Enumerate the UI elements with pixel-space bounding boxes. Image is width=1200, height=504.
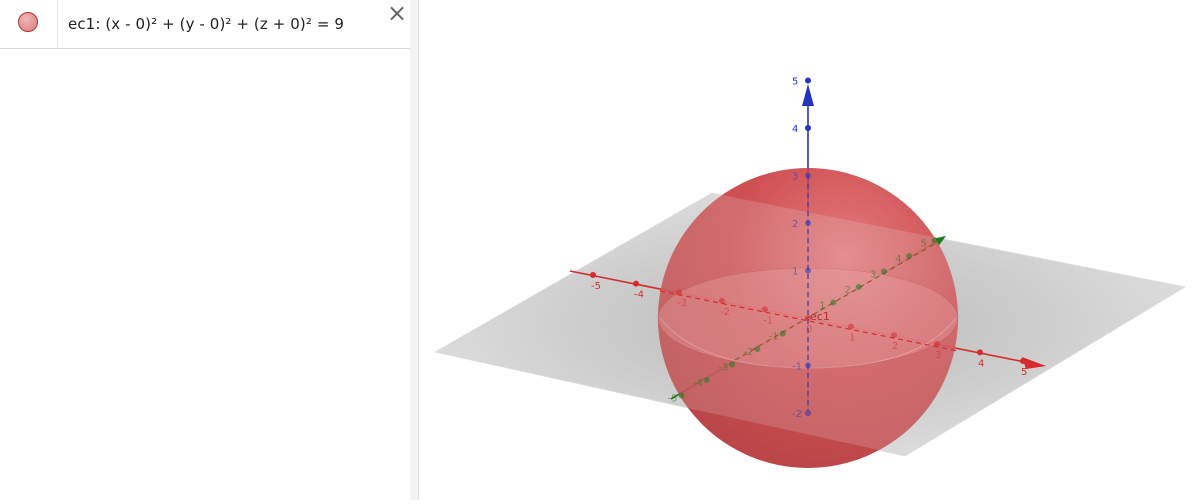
x-axis-tick-label: -3 (677, 298, 687, 309)
x-axis-tick-point (633, 280, 639, 287)
y-axis-tick-label: 4 (895, 254, 901, 265)
algebra-item-row[interactable]: ec1: (x - 0)² + (y - 0)² + (z + 0)² = 9 (0, 0, 410, 49)
x-axis-tick-label: 3 (935, 350, 941, 361)
x-axis-tick-point (934, 340, 940, 347)
x-axis-tick-point (848, 323, 854, 330)
y-axis-tick-label: 5 (921, 239, 927, 250)
x-axis-tick-point (676, 289, 682, 296)
x-axis-tick-point (719, 297, 725, 304)
algebra-view: ec1: (x - 0)² + (y - 0)² + (z + 0)² = 9 … (0, 0, 411, 500)
visibility-toggle-cell (0, 0, 58, 48)
x-axis-tick-point (590, 272, 596, 278)
y-axis-tick-label: -4 (693, 378, 703, 389)
x-axis-tick-label: 2 (892, 341, 898, 352)
sphere-label: ec1 (810, 310, 830, 323)
x-axis-tick-label: -5 (591, 281, 601, 292)
x-axis-tick-point (762, 306, 768, 313)
z-axis-tick-point (805, 410, 811, 416)
z-axis-tick-label: 1 (792, 267, 798, 278)
z-axis-tick-point (805, 362, 811, 369)
z-axis-tick-label: 3 (792, 172, 798, 183)
y-axis-tick-point (931, 237, 938, 244)
y-axis-tick-point (906, 253, 913, 259)
y-axis-tick-point (830, 299, 837, 306)
x-axis-tick-label: -1 (763, 315, 773, 326)
y-axis-tick-label: -2 (743, 347, 753, 358)
y-axis-tick-point (703, 377, 710, 383)
y-axis-tick-label: -1 (769, 332, 779, 343)
visibility-marble-icon[interactable] (18, 12, 38, 32)
y-axis-tick-point (855, 284, 862, 290)
x-axis-tick-label: 1 (849, 333, 855, 344)
z-axis-tick-label: 4 (792, 124, 798, 135)
y-axis-tick-point (729, 361, 736, 368)
y-axis-tick-point (754, 346, 761, 352)
z-axis-tick-label: 5 (792, 77, 798, 88)
z-axis-tick-point (805, 267, 811, 274)
z-axis-tick-point (805, 220, 811, 226)
z-axis-tick-label: -2 (792, 409, 802, 420)
z-axis-tick-point (805, 172, 811, 179)
z-axis-tick-label: 2 (792, 219, 798, 230)
y-axis-tick-point (880, 268, 887, 275)
x-axis-tick-label: 0 (806, 324, 812, 335)
x-axis-tick-label: 5 (1021, 367, 1027, 378)
y-axis-tick-label: -3 (718, 363, 728, 374)
z-axis-tick-point (805, 125, 811, 131)
view-splitter[interactable] (410, 0, 419, 500)
x-axis-tick-point (891, 332, 897, 339)
z-axis-arrow (802, 84, 814, 106)
x-axis-tick-label: -2 (720, 307, 730, 318)
z-axis-tick-point (805, 77, 811, 84)
y-axis-tick-point (678, 392, 685, 399)
x-axis-tick-point (1020, 358, 1026, 364)
y-axis-tick-label: 2 (845, 285, 851, 296)
z-axis-tick-label: -1 (792, 362, 802, 373)
x-axis-tick-label: -4 (634, 290, 644, 301)
y-axis-tick-label: 3 (870, 270, 876, 281)
y-axis-tick-point (779, 330, 786, 337)
x-axis-tick-point (977, 349, 983, 356)
x-axis-tick-label: 4 (978, 358, 984, 369)
close-icon[interactable]: × (386, 1, 408, 25)
graphics-canvas[interactable]: -5-4-3-2-1012345-5-4-3-2-112345-2-112345… (419, 0, 1200, 500)
graphics-3d-view[interactable]: -5 -4 -3 -2 -1 0 1 2 3 4 5 -5 -4 -3 -2 -1 1 2 3 4 5 -2 -1 1 2 3 4 5… (419, 0, 1200, 500)
equation-text[interactable]: ec1: (x - 0)² + (y - 0)² + (z + 0)² = 9 (68, 15, 344, 33)
y-axis-tick-label: -5 (668, 394, 678, 405)
